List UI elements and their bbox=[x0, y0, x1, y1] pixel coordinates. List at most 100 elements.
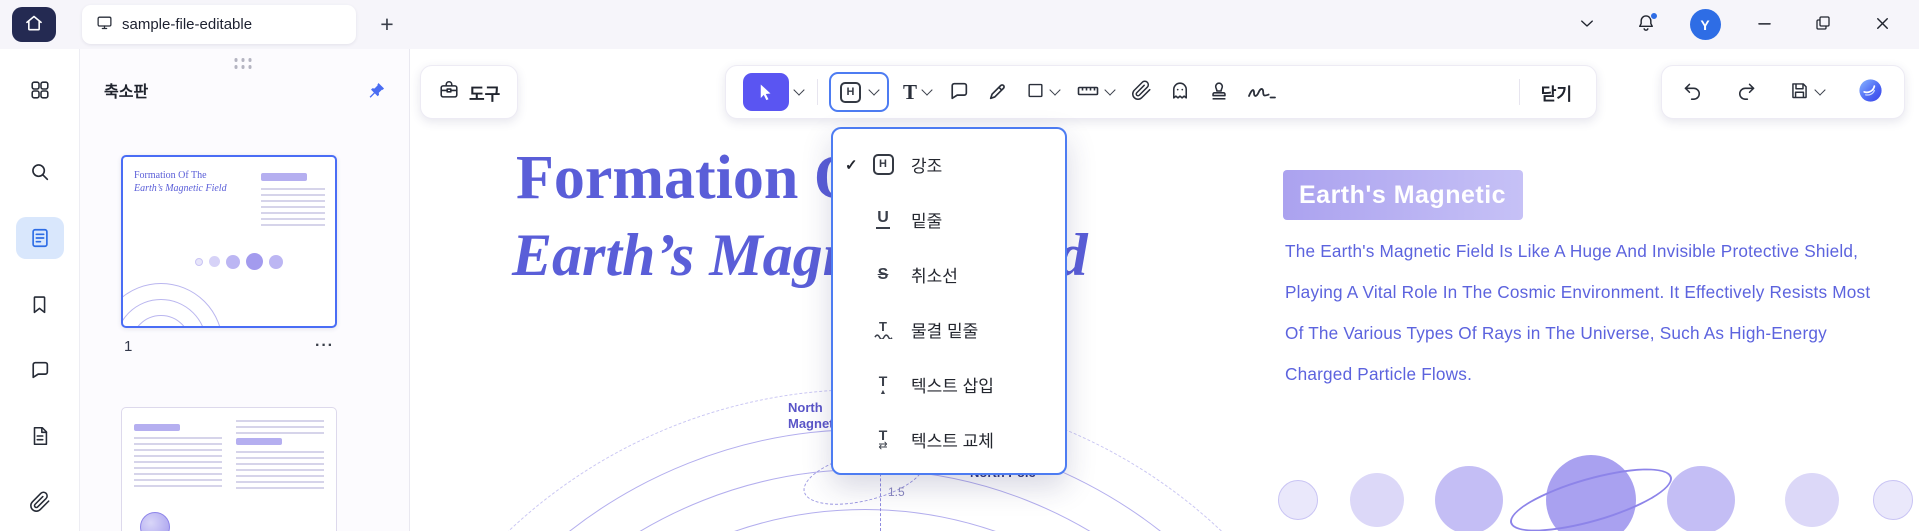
sticker-tool[interactable] bbox=[1166, 77, 1194, 108]
tools-button[interactable]: 도구 bbox=[420, 65, 519, 119]
stamp-tool[interactable] bbox=[1205, 77, 1233, 108]
thumbnails-panel-icon[interactable] bbox=[15, 217, 64, 259]
tools-label: 도구 bbox=[469, 84, 501, 104]
avatar-initial: Y bbox=[1700, 16, 1710, 33]
stamp-icon bbox=[1208, 80, 1230, 105]
menu-item-label: 강조 bbox=[911, 157, 943, 176]
page-summary-icon[interactable] bbox=[16, 415, 64, 457]
decor-circle bbox=[1435, 466, 1503, 531]
close-window-button[interactable] bbox=[1865, 8, 1899, 42]
body-line: The Earth's Magnetic Field Is Like A Hug… bbox=[1285, 241, 1859, 261]
menu-item-strikethrough[interactable]: S 취소선 bbox=[833, 247, 1065, 302]
marker-icon bbox=[987, 80, 1009, 105]
thumb-title: Formation Of The Earth’s Magnetic Field bbox=[134, 170, 227, 194]
restore-icon bbox=[1814, 14, 1832, 35]
panel-title: 축소판 bbox=[104, 84, 149, 101]
redo-button[interactable] bbox=[1733, 77, 1760, 107]
new-tab-button[interactable]: + bbox=[372, 9, 402, 39]
section-heading: Earth's Magnetic bbox=[1299, 180, 1507, 209]
notification-dot bbox=[1650, 11, 1658, 20]
tab-monitor-icon bbox=[96, 14, 113, 36]
attach-tool[interactable] bbox=[1128, 77, 1155, 107]
search-icon[interactable] bbox=[16, 151, 64, 193]
signature-icon bbox=[1247, 81, 1277, 104]
replace-text-icon: T ⇄ bbox=[878, 426, 888, 452]
ruler-icon bbox=[1076, 79, 1100, 106]
shape-tool[interactable] bbox=[1023, 78, 1062, 106]
thumb-text-lines bbox=[261, 173, 325, 230]
page-1-number: 1 bbox=[124, 337, 133, 355]
menu-item-highlight[interactable]: ✓ H 강조 bbox=[833, 137, 1065, 192]
bookmarks-icon[interactable] bbox=[16, 283, 64, 325]
text-tool[interactable]: T bbox=[900, 79, 934, 106]
menu-item-underline[interactable]: U 밑줄 bbox=[833, 192, 1065, 247]
document-tab[interactable]: sample-file-editable bbox=[82, 5, 356, 44]
close-icon bbox=[1873, 14, 1892, 36]
page-1-row: 1 ··· bbox=[124, 337, 336, 355]
document-body-text: The Earth's Magnetic Field Is Like A Hug… bbox=[1285, 231, 1870, 395]
cursor-icon bbox=[743, 73, 789, 111]
paperclip-icon bbox=[1131, 80, 1152, 104]
annotation-toolbar: H T 닫기 bbox=[725, 65, 1597, 119]
tab-title: sample-file-editable bbox=[122, 16, 253, 33]
menu-item-squiggly-underline[interactable]: T 물결 밑줄 bbox=[833, 302, 1065, 357]
page-1-more-button[interactable]: ··· bbox=[313, 337, 336, 355]
undo-button[interactable] bbox=[1679, 77, 1706, 107]
toolbar-divider bbox=[817, 79, 818, 105]
notifications-button[interactable] bbox=[1629, 8, 1663, 42]
restore-button[interactable] bbox=[1806, 8, 1840, 42]
close-toolbar-button[interactable]: 닫기 bbox=[1531, 80, 1582, 105]
menu-item-label: 물결 밑줄 bbox=[911, 322, 979, 341]
minimize-icon bbox=[1755, 14, 1774, 36]
chevron-down-icon bbox=[793, 83, 805, 96]
collapse-toolbar-button[interactable] bbox=[1570, 8, 1604, 42]
menu-item-insert-text[interactable]: T ▲ 텍스트 삽입 bbox=[833, 357, 1065, 412]
save-button[interactable] bbox=[1786, 77, 1827, 107]
check-icon: ✓ bbox=[845, 156, 858, 174]
square-icon bbox=[1026, 81, 1045, 103]
highlight-icon: H bbox=[840, 81, 861, 103]
document-canvas: Formation Of The Earth’s Magnetic Field … bbox=[410, 49, 1919, 531]
chevron-down-icon bbox=[921, 83, 933, 96]
chevron-down-icon bbox=[1049, 83, 1061, 96]
toolbox-icon bbox=[438, 79, 460, 106]
titlebar: sample-file-editable + Y bbox=[0, 0, 1919, 49]
highlight-icon: H bbox=[867, 154, 899, 175]
highlight-style-menu: ✓ H 강조 U 밑줄 S 취소선 T 물결 밑줄 T ▲ 텍스트 삽입 T ⇄… bbox=[831, 127, 1067, 475]
titlebar-controls: Y bbox=[1570, 0, 1919, 49]
measure-tool[interactable] bbox=[1073, 76, 1117, 109]
select-tool[interactable] bbox=[740, 70, 806, 114]
pdf-editor-window: sample-file-editable + Y 축소판 Formation O… bbox=[0, 0, 1919, 531]
text-icon: T bbox=[903, 79, 918, 104]
attachments-icon[interactable] bbox=[16, 481, 64, 523]
comment-icon bbox=[948, 80, 970, 105]
marker-tool[interactable] bbox=[984, 77, 1012, 108]
ai-assistant-button[interactable] bbox=[1854, 74, 1887, 110]
page-1-thumbnail[interactable]: Formation Of The Earth’s Magnetic Field bbox=[121, 155, 337, 328]
menu-item-label: 텍스트 교체 bbox=[911, 432, 994, 451]
apps-grid-icon[interactable] bbox=[16, 69, 64, 111]
chevron-down-icon bbox=[1578, 14, 1596, 35]
chevron-down-icon bbox=[868, 83, 880, 96]
minimize-button[interactable] bbox=[1747, 8, 1781, 42]
body-line: Charged Particle Flows. bbox=[1285, 364, 1473, 384]
thumb2-globe bbox=[140, 512, 170, 531]
home-button[interactable] bbox=[12, 7, 56, 42]
underline-icon: U bbox=[867, 210, 899, 229]
pin-icon[interactable] bbox=[363, 78, 389, 102]
signature-tool[interactable] bbox=[1244, 78, 1280, 107]
menu-item-label: 취소선 bbox=[911, 267, 958, 286]
decor-circle bbox=[1873, 480, 1913, 520]
decor-circle bbox=[1350, 473, 1404, 527]
left-icon-sidebar bbox=[0, 49, 80, 531]
menu-item-replace-text[interactable]: T ⇄ 텍스트 교체 bbox=[833, 412, 1065, 467]
page-2-thumbnail[interactable] bbox=[121, 407, 337, 531]
user-avatar[interactable]: Y bbox=[1688, 8, 1722, 42]
decor-circle bbox=[1667, 466, 1735, 531]
comment-tool[interactable] bbox=[945, 77, 973, 108]
highlight-tool-active[interactable]: H bbox=[829, 72, 889, 112]
strikethrough-icon: S bbox=[877, 265, 889, 283]
undo-icon bbox=[1682, 80, 1703, 104]
panel-drag-handle[interactable] bbox=[234, 58, 255, 72]
comments-icon[interactable] bbox=[16, 349, 64, 391]
